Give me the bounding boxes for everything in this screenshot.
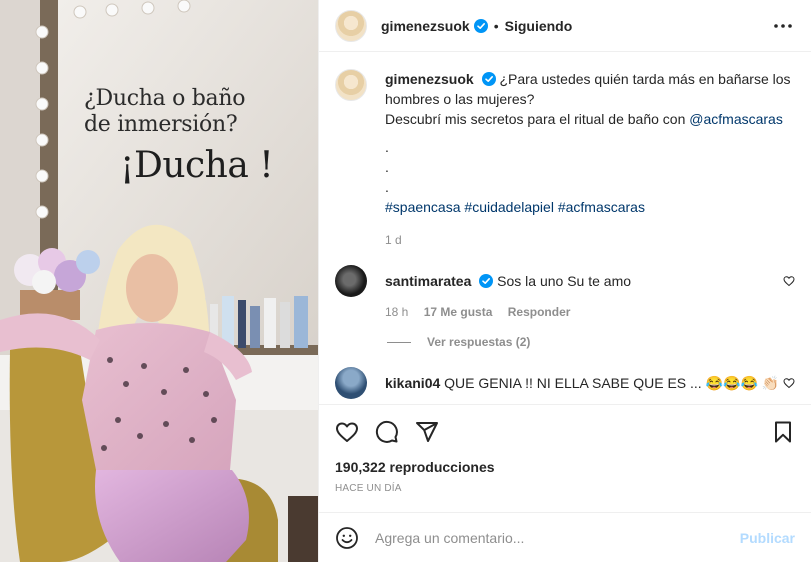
comment-text: QUE GENIA !! NI ELLA SABE QUE ES ... 😂😂😂…	[444, 375, 780, 391]
caption-author-avatar[interactable]	[335, 69, 367, 101]
caption-dot-1: .	[385, 139, 389, 155]
comment-item: kikani04 QUE GENIA !! NI ELLA SABE QUE E…	[335, 367, 795, 399]
hashtag-link[interactable]: #cuidadelapiel	[464, 199, 554, 215]
comment-text: Sos la uno Su te amo	[497, 273, 632, 289]
action-icons	[335, 419, 795, 445]
comment-line: kikani04 QUE GENIA !! NI ELLA SABE QUE E…	[385, 373, 783, 393]
comment-bubble-icon[interactable]	[375, 420, 399, 444]
following-button[interactable]: Siguiendo	[505, 18, 573, 34]
comment-likes[interactable]: 17 Me gusta	[424, 305, 493, 319]
caption-line-3: Descubrí mis secretos para el ritual de …	[385, 109, 795, 129]
mention-link[interactable]: @acfmascaras	[689, 111, 783, 127]
comment-line: santimaratea Sos la uno Su te amo	[385, 271, 783, 291]
add-comment-bar: Publicar	[319, 512, 811, 562]
like-comment-heart-icon[interactable]	[783, 377, 795, 389]
reply-button[interactable]: Responder	[508, 305, 571, 319]
post-actions: 190,322 reproducciones HACE UN DÍA	[319, 404, 811, 494]
caption-line-1: gimenezsuok ¿Para ustedes quién tarda má…	[385, 69, 795, 89]
more-horizontal-icon	[774, 23, 792, 28]
publish-button[interactable]: Publicar	[740, 530, 795, 546]
caption-text-1: ¿Para ustedes quién tarda más en bañarse…	[499, 71, 791, 87]
caption-dot-3: .	[385, 179, 389, 195]
overlay-question: ¿Ducha o baño de inmersión?	[84, 86, 284, 138]
view-replies-label: Ver respuestas (2)	[427, 335, 531, 349]
view-replies-button[interactable]: Ver respuestas (2)	[387, 335, 795, 349]
comment-time[interactable]: 18 h	[385, 305, 408, 319]
comments-list[interactable]: gimenezsuok ¿Para ustedes quién tarda má…	[319, 53, 811, 403]
comment-username[interactable]: santimaratea	[385, 273, 471, 289]
overlay-answer: ¡Ducha !	[120, 145, 274, 186]
caption: gimenezsuok ¿Para ustedes quién tarda má…	[335, 69, 795, 247]
post-media-video[interactable]: ¿Ducha o baño de inmersión? ¡Ducha !	[0, 0, 318, 562]
caption-username[interactable]: gimenezsuok	[385, 71, 474, 87]
verified-badge-icon	[473, 18, 488, 33]
post-timestamp[interactable]: HACE UN DÍA	[335, 483, 795, 494]
like-comment-heart-icon[interactable]	[783, 275, 795, 287]
post-header: gimenezsuok • Siguiendo	[319, 0, 811, 52]
share-paper-plane-icon[interactable]	[415, 420, 439, 444]
verified-badge-icon	[479, 274, 494, 288]
author-username[interactable]: gimenezsuok	[381, 18, 470, 34]
hashtag-link[interactable]: #spaencasa	[385, 199, 461, 215]
caption-text-2: hombres o las mujeres?	[385, 91, 535, 107]
comment-input[interactable]	[375, 529, 740, 546]
emoji-icon[interactable]	[335, 526, 359, 550]
media-scene	[0, 0, 318, 562]
more-options-button[interactable]	[771, 14, 795, 38]
overlay-question-line2: de inmersión?	[84, 112, 238, 137]
caption-hashtags: #spaencasa #cuidadelapiel #acfmascaras	[385, 197, 795, 217]
comment-item: santimaratea Sos la uno Su te amo 18 h 1…	[335, 265, 795, 319]
views-count[interactable]: 190,322 reproducciones	[335, 459, 795, 475]
commenter-avatar[interactable]	[335, 265, 367, 297]
header-separator: •	[493, 17, 499, 34]
author-avatar[interactable]	[335, 9, 367, 42]
commenter-avatar[interactable]	[335, 367, 367, 399]
caption-dot-2: .	[385, 159, 389, 175]
overlay-question-line1: ¿Ducha o baño	[84, 86, 246, 111]
comment-username[interactable]: kikani04	[385, 375, 440, 391]
caption-text-3: Descubrí mis secretos para el ritual de …	[385, 111, 690, 127]
comment-meta: 18 h 17 Me gusta Responder	[385, 305, 783, 319]
save-bookmark-icon[interactable]	[771, 420, 795, 444]
verified-badge-icon	[481, 72, 496, 86]
like-heart-icon[interactable]	[335, 420, 359, 444]
caption-time[interactable]: 1 d	[385, 233, 795, 247]
post-side-panel: gimenezsuok • Siguiendo gimenezsuok ¿Par…	[318, 0, 811, 562]
hashtag-link[interactable]: #acfmascaras	[558, 199, 645, 215]
replies-divider	[387, 341, 411, 343]
